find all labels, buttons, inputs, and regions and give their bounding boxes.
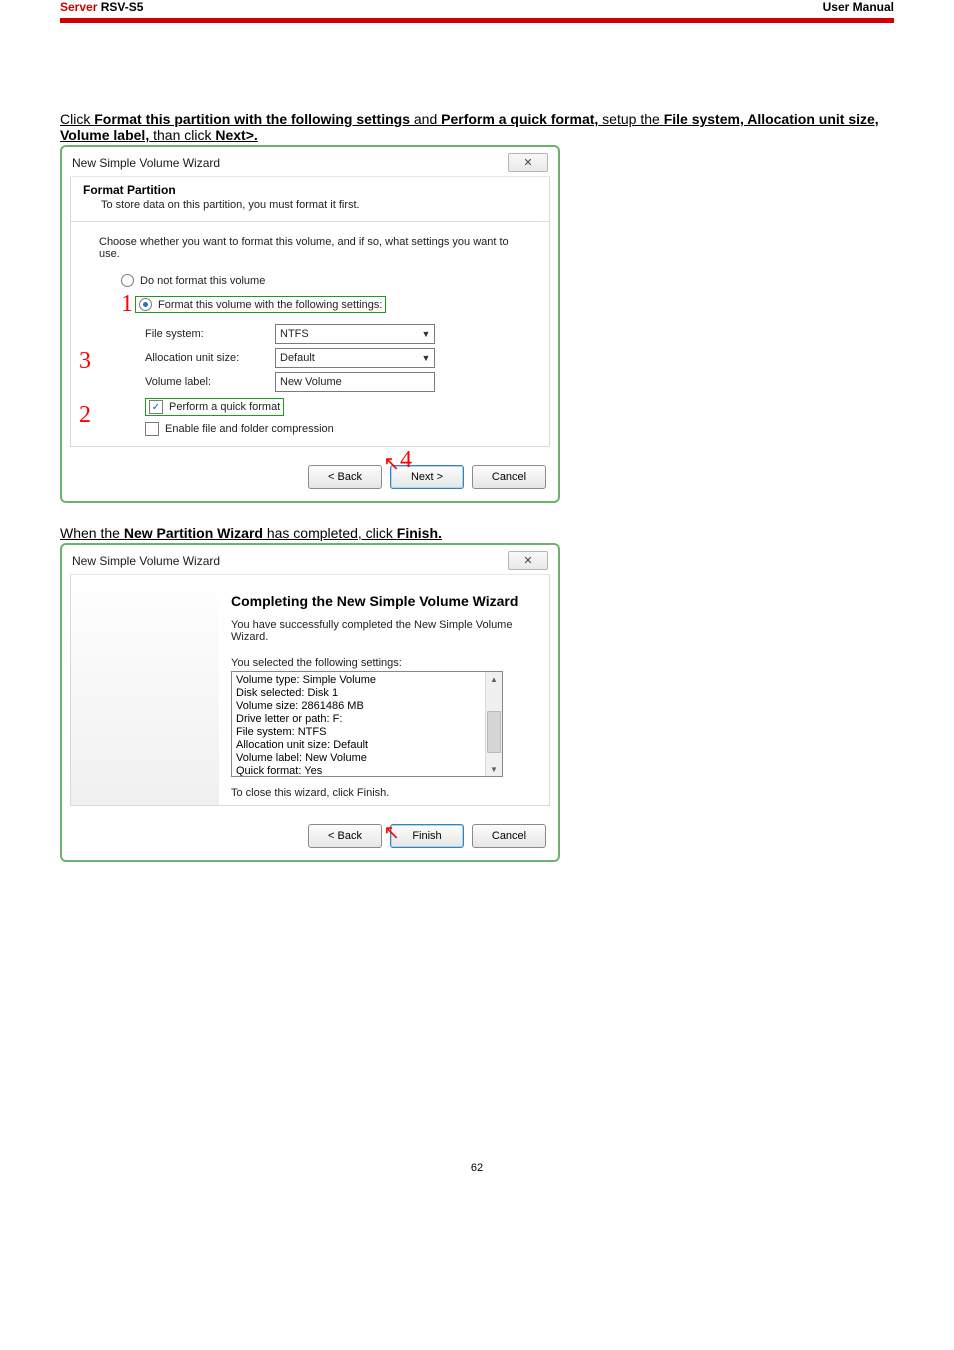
completing-msg: You have successfully completed the New … <box>231 619 533 643</box>
label-allocation-unit: Allocation unit size: <box>145 352 275 364</box>
page-header: Server RSV-S5 User Manual <box>60 0 894 14</box>
selected-settings-label: You selected the following settings: <box>231 657 533 669</box>
list-item: Volume size: 2861486 MB <box>236 700 498 713</box>
list-item: Volume label: New Volume <box>236 752 498 765</box>
scrollbar[interactable]: ▲ ▼ <box>485 672 502 776</box>
format-partition-sub: To store data on this partition, you mus… <box>83 199 537 211</box>
radio-label: Do not format this volume <box>140 275 265 287</box>
chevron-down-icon: ▼ <box>420 329 432 339</box>
highlight-quick-format: Perform a quick format <box>145 398 284 416</box>
header-model: RSV-S5 <box>97 0 143 14</box>
checkbox-label: Perform a quick format <box>169 401 280 413</box>
list-item: File system: NTFS <box>236 726 498 739</box>
instruction-2: When the New Partition Wizard has comple… <box>60 525 894 541</box>
cancel-button[interactable]: Cancel <box>472 465 546 489</box>
cancel-button[interactable]: Cancel <box>472 824 546 848</box>
close-icon: ✕ <box>523 156 532 169</box>
dropdown-file-system[interactable]: NTFS ▼ <box>275 324 435 344</box>
input-volume-label[interactable]: New Volume <box>275 372 435 392</box>
radio-icon <box>121 274 134 287</box>
annotation-4: 4 <box>400 447 412 474</box>
list-item: Volume type: Simple Volume <box>236 674 498 687</box>
finish-button[interactable]: Finish <box>390 824 464 848</box>
close-icon: ✕ <box>523 554 532 567</box>
page-number: 62 <box>60 1162 894 1174</box>
dropdown-value: Default <box>280 352 315 364</box>
label-volume-label: Volume label: <box>145 376 275 388</box>
scroll-thumb[interactable] <box>487 711 501 753</box>
close-button[interactable]: ✕ <box>508 153 548 172</box>
list-item: Disk selected: Disk 1 <box>236 687 498 700</box>
close-hint: To close this wizard, click Finish. <box>231 787 533 799</box>
annotation-arrow-icon: ↖ <box>383 451 400 476</box>
chevron-down-icon: ▼ <box>420 353 432 363</box>
checkbox-quick-format[interactable] <box>149 400 163 414</box>
dropdown-value: NTFS <box>280 328 309 340</box>
list-item: Drive letter or path: F: <box>236 713 498 726</box>
dialog-format-partition: New Simple Volume Wizard ✕ Format Partit… <box>60 145 560 503</box>
annotation-arrow-icon: ↖ <box>383 820 400 845</box>
annotation-1: 1 <box>121 291 133 318</box>
choose-text: Choose whether you want to format this v… <box>99 236 521 260</box>
dropdown-allocation-unit[interactable]: Default ▼ <box>275 348 435 368</box>
annotation-2: 2 <box>79 402 91 429</box>
completing-heading: Completing the New Simple Volume Wizard <box>231 593 533 609</box>
label-file-system: File system: <box>145 328 275 340</box>
scroll-up-icon: ▲ <box>487 672 501 686</box>
back-button[interactable]: < Back <box>308 824 382 848</box>
annotation-3: 3 <box>79 348 91 375</box>
list-item: Quick format: Yes <box>236 765 498 777</box>
dialog2-title: New Simple Volume Wizard <box>72 554 220 568</box>
checkbox-compression[interactable] <box>145 422 159 436</box>
scroll-down-icon: ▼ <box>487 762 501 776</box>
close-button[interactable]: ✕ <box>508 551 548 570</box>
dialog-completing-wizard: New Simple Volume Wizard ✕ Completing th… <box>60 543 560 862</box>
wizard-side-panel <box>71 575 219 805</box>
radio-icon <box>139 298 152 311</box>
list-item: Allocation unit size: Default <box>236 739 498 752</box>
highlight-format-option: Format this volume with the following se… <box>135 296 386 313</box>
input-value: New Volume <box>280 376 342 388</box>
header-right: User Manual <box>823 0 894 14</box>
dialog1-title: New Simple Volume Wizard <box>72 156 220 170</box>
radio-format-with-settings[interactable]: Format this volume with the following se… <box>139 298 382 311</box>
radio-label: Format this volume with the following se… <box>158 299 382 311</box>
header-server: Server <box>60 0 97 14</box>
instruction-1: Click Format this partition with the fol… <box>60 111 894 143</box>
checkbox-label: Enable file and folder compression <box>165 423 334 435</box>
radio-do-not-format[interactable]: Do not format this volume <box>121 274 521 287</box>
settings-listbox[interactable]: Volume type: Simple Volume Disk selected… <box>231 671 503 777</box>
format-partition-heading: Format Partition <box>83 183 537 197</box>
back-button[interactable]: < Back <box>308 465 382 489</box>
